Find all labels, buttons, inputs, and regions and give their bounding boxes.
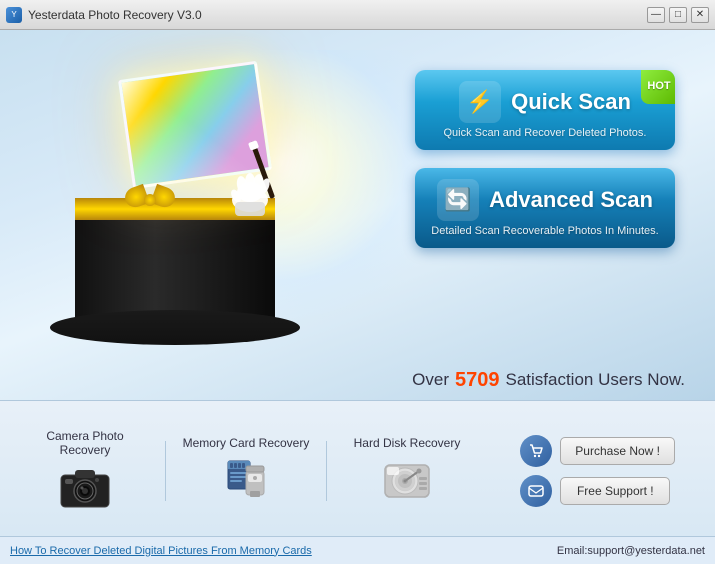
support-icon [520,475,552,507]
title-bar-controls: — □ ✕ [647,7,709,23]
minimize-button[interactable]: — [647,7,665,23]
advanced-scan-subtitle: Detailed Scan Recoverable Photos In Minu… [431,225,658,237]
footer: How To Recover Deleted Digital Pictures … [0,536,715,564]
app-icon: Y [6,7,22,23]
bottom-bar: Camera Photo Recovery Memory Card Recove… [0,400,715,536]
stats-number: 5709 [455,369,500,392]
quick-scan-subtitle: Quick Scan and Recover Deleted Photos. [443,127,646,139]
divider-1 [165,441,166,501]
title-bar-left: Y Yesterdata Photo Recovery V3.0 [6,7,202,23]
advanced-scan-icon: 🔄 [437,179,479,221]
glove-right [230,140,290,220]
purchase-row: Purchase Now ! [520,435,675,467]
memcard-icon [219,456,274,506]
footer-link[interactable]: How To Recover Deleted Digital Pictures … [10,545,312,557]
advanced-scan-top-row: 🔄 Advanced Scan [437,179,653,221]
hat-brim [50,310,300,345]
footer-email: Email:support@yesterdata.net [557,545,705,557]
feature-memory: Memory Card Recovery [181,436,311,506]
buttons-area: HOT ⚡ Quick Scan Quick Scan and Recover … [415,70,695,248]
feature-hdd-label: Hard Disk Recovery [354,436,461,450]
advanced-scan-title: Advanced Scan [489,187,653,213]
camera-icon [58,463,113,513]
close-button[interactable]: ✕ [691,7,709,23]
main-area: HOT ⚡ Quick Scan Quick Scan and Recover … [0,30,715,400]
hdd-icon [380,456,435,506]
stats-bar: Over 5709 Satisfaction Users Now. [0,360,715,400]
hat-bow [125,185,175,215]
divider-2 [326,441,327,501]
advanced-scan-button[interactable]: 🔄 Advanced Scan Detailed Scan Recoverabl… [415,168,675,248]
purchase-area: Purchase Now ! Free Support ! [520,435,695,507]
support-row: Free Support ! [520,475,675,507]
purchase-button[interactable]: Purchase Now ! [560,437,675,465]
stats-prefix: Over [412,370,449,390]
illustration [20,50,350,370]
bottom-features: Camera Photo Recovery Memory Card Recove… [0,401,715,536]
quick-scan-top-row: ⚡ Quick Scan [459,81,631,123]
stats-suffix: Satisfaction Users Now. [505,370,685,390]
quick-scan-button[interactable]: HOT ⚡ Quick Scan Quick Scan and Recover … [415,70,675,150]
feature-camera-label: Camera Photo Recovery [20,429,150,457]
purchase-icon [520,435,552,467]
window-title: Yesterdata Photo Recovery V3.0 [28,8,202,22]
hot-badge: HOT [641,70,675,104]
feature-hdd: Hard Disk Recovery [342,436,472,506]
feature-memory-label: Memory Card Recovery [183,436,310,450]
feature-camera: Camera Photo Recovery [20,429,150,513]
maximize-button[interactable]: □ [669,7,687,23]
hat-scene [45,60,325,360]
quick-scan-title: Quick Scan [511,89,631,115]
title-bar: Y Yesterdata Photo Recovery V3.0 — □ ✕ [0,0,715,30]
support-button[interactable]: Free Support ! [560,477,670,505]
quick-scan-icon: ⚡ [459,81,501,123]
